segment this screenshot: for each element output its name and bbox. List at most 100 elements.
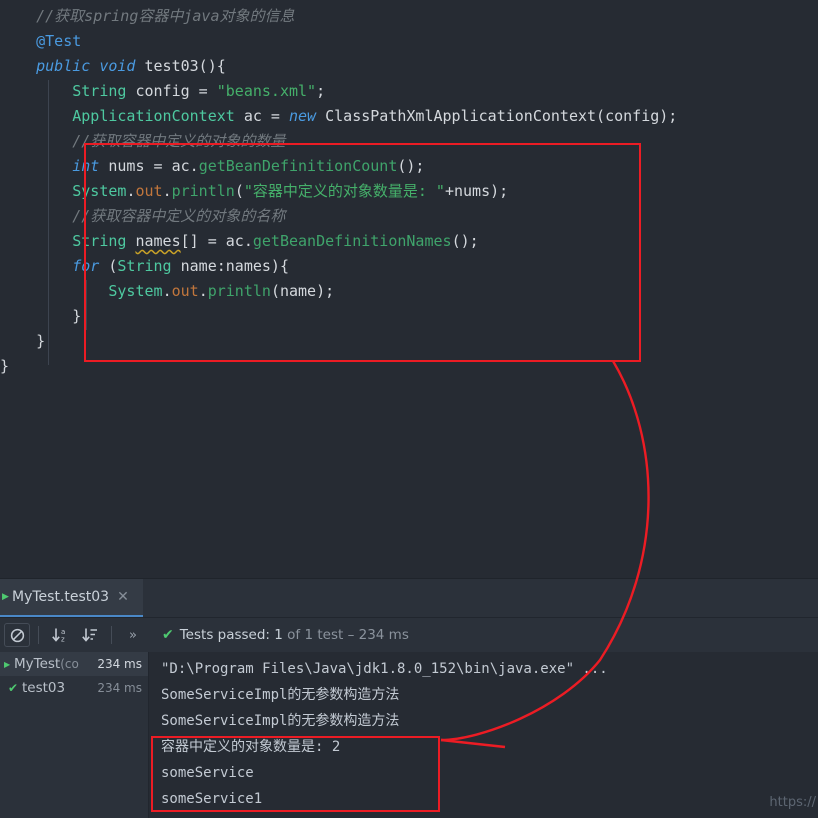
code-token: int	[72, 157, 100, 175]
code-text[interactable]: //获取spring容器中java对象的信息 @Test public void…	[0, 4, 677, 379]
code-token: ();	[451, 232, 479, 250]
code-line: public void test03(){	[0, 54, 677, 79]
code-token: }	[36, 332, 46, 350]
code-line: @Test	[0, 29, 677, 54]
svg-text:z: z	[61, 636, 65, 644]
code-token: @Test	[36, 32, 82, 50]
code-token: names	[135, 232, 181, 250]
close-icon[interactable]: ✕	[117, 589, 129, 605]
test-tree-row[interactable]: ✔ test03 234 ms	[0, 676, 148, 700]
runner-toolbar[interactable]: a z » ✔ Tests passed: 1 of 1 test – 234 …	[0, 618, 818, 653]
check-icon: ✔	[7, 681, 19, 695]
code-token: .	[162, 282, 172, 300]
code-token: String	[72, 82, 127, 100]
code-token: config =	[126, 82, 217, 100]
console-line: SomeServiceImpl的无参数构造方法	[161, 687, 400, 703]
code-token: for	[72, 257, 100, 275]
sort-by-duration-icon[interactable]	[77, 624, 103, 646]
code-token: //获取spring容器中java对象的信息	[36, 7, 295, 25]
code-line: int nums = ac.getBeanDefinitionCount();	[0, 154, 677, 179]
code-token: "beans.xml"	[216, 82, 317, 100]
status-detail: of 1 test – 234 ms	[282, 627, 409, 643]
tab-label: MyTest.test03	[12, 589, 110, 605]
console-line: "D:\Program Files\Java\jdk1.8.0_152\bin\…	[161, 661, 608, 677]
code-line: //获取容器中定义的对象的数量	[0, 129, 677, 154]
test-tree-sublabel: (co	[60, 657, 79, 671]
test-tree-label: test03	[22, 680, 66, 696]
code-token: }	[0, 357, 10, 375]
code-token: out	[171, 282, 199, 300]
code-token: getBeanDefinitionNames	[252, 232, 452, 250]
console-line: 容器中定义的对象数量是: 2	[161, 739, 341, 755]
code-line: ApplicationContext ac = new ClassPathXml…	[0, 104, 677, 129]
runner-tabbar[interactable]: ▶ MyTest.test03 ✕	[0, 579, 818, 618]
code-token: println	[207, 282, 271, 300]
code-token: "容器中定义的对象数量是: "	[243, 182, 445, 200]
console-line: SomeServiceImpl的无参数构造方法	[161, 713, 400, 729]
test-runner-panel[interactable]: ▶ MyTest.test03 ✕ a z » ✔ Tests passed: …	[0, 578, 818, 818]
test-tree[interactable]: ▶ MyTest (co 234 ms ✔ test03 234 ms	[0, 652, 149, 818]
code-token: test03(){	[144, 57, 226, 75]
code-token: new	[289, 107, 317, 125]
code-token: ac =	[234, 107, 289, 125]
code-line: }	[0, 354, 677, 379]
code-line: //获取spring容器中java对象的信息	[0, 4, 677, 29]
code-line: System.out.println("容器中定义的对象数量是: "+nums)…	[0, 179, 677, 204]
code-token: getBeanDefinitionCount	[198, 157, 398, 175]
code-token: nums = ac.	[99, 157, 199, 175]
code-line: for (String name:names){	[0, 254, 677, 279]
console-output[interactable]: "D:\Program Files\Java\jdk1.8.0_152\bin\…	[149, 652, 818, 818]
expand-more-icon[interactable]: »	[120, 624, 146, 646]
sort-alphabetically-icon[interactable]: a z	[47, 624, 73, 646]
check-icon: ✔	[162, 627, 174, 643]
run-status-icon: ▶	[2, 592, 9, 602]
code-token: ;	[316, 82, 326, 100]
runner-body: ▶ MyTest (co 234 ms ✔ test03 234 ms "D:\Progr…	[0, 652, 818, 818]
status-passed-label: Tests passed:	[179, 627, 275, 643]
code-token: (	[99, 257, 118, 275]
code-editor[interactable]: //获取spring容器中java对象的信息 @Test public void…	[0, 0, 818, 578]
code-token: ApplicationContext	[72, 107, 235, 125]
suppress-icon[interactable]	[4, 623, 30, 647]
console-line: someService	[161, 765, 254, 781]
code-token: +nums);	[444, 182, 509, 200]
code-token: .	[162, 182, 172, 200]
tab-mytest-test03[interactable]: ▶ MyTest.test03 ✕	[0, 579, 143, 617]
toolbar-separator	[111, 626, 112, 644]
code-token: [] = ac.	[180, 232, 253, 250]
test-duration: 234 ms	[97, 681, 142, 695]
toolbar-separator	[38, 626, 39, 644]
code-line: String names[] = ac.getBeanDefinitionNam…	[0, 229, 677, 254]
test-tree-label: MyTest	[14, 656, 61, 672]
code-token: name:names){	[171, 257, 289, 275]
console-line: someService1	[161, 791, 263, 807]
test-duration: 234 ms	[97, 657, 142, 671]
code-token: System	[72, 182, 127, 200]
code-token: }	[72, 307, 82, 325]
watermark: https://	[769, 795, 816, 810]
code-token: String	[72, 232, 127, 250]
status-passed-count: 1	[274, 627, 283, 643]
code-token: //获取容器中定义的对象的名称	[72, 207, 286, 225]
ide-screenshot: //获取spring容器中java对象的信息 @Test public void…	[0, 0, 818, 818]
test-status: ✔ Tests passed: 1 of 1 test – 234 ms	[162, 627, 409, 643]
code-token: println	[171, 182, 235, 200]
code-token: out	[135, 182, 163, 200]
test-tree-row[interactable]: ▶ MyTest (co 234 ms	[0, 652, 148, 676]
code-token: String	[117, 257, 172, 275]
code-token: ClassPathXmlApplicationContext(config);	[316, 107, 678, 125]
code-line: }	[0, 304, 677, 329]
code-line: String config = "beans.xml";	[0, 79, 677, 104]
